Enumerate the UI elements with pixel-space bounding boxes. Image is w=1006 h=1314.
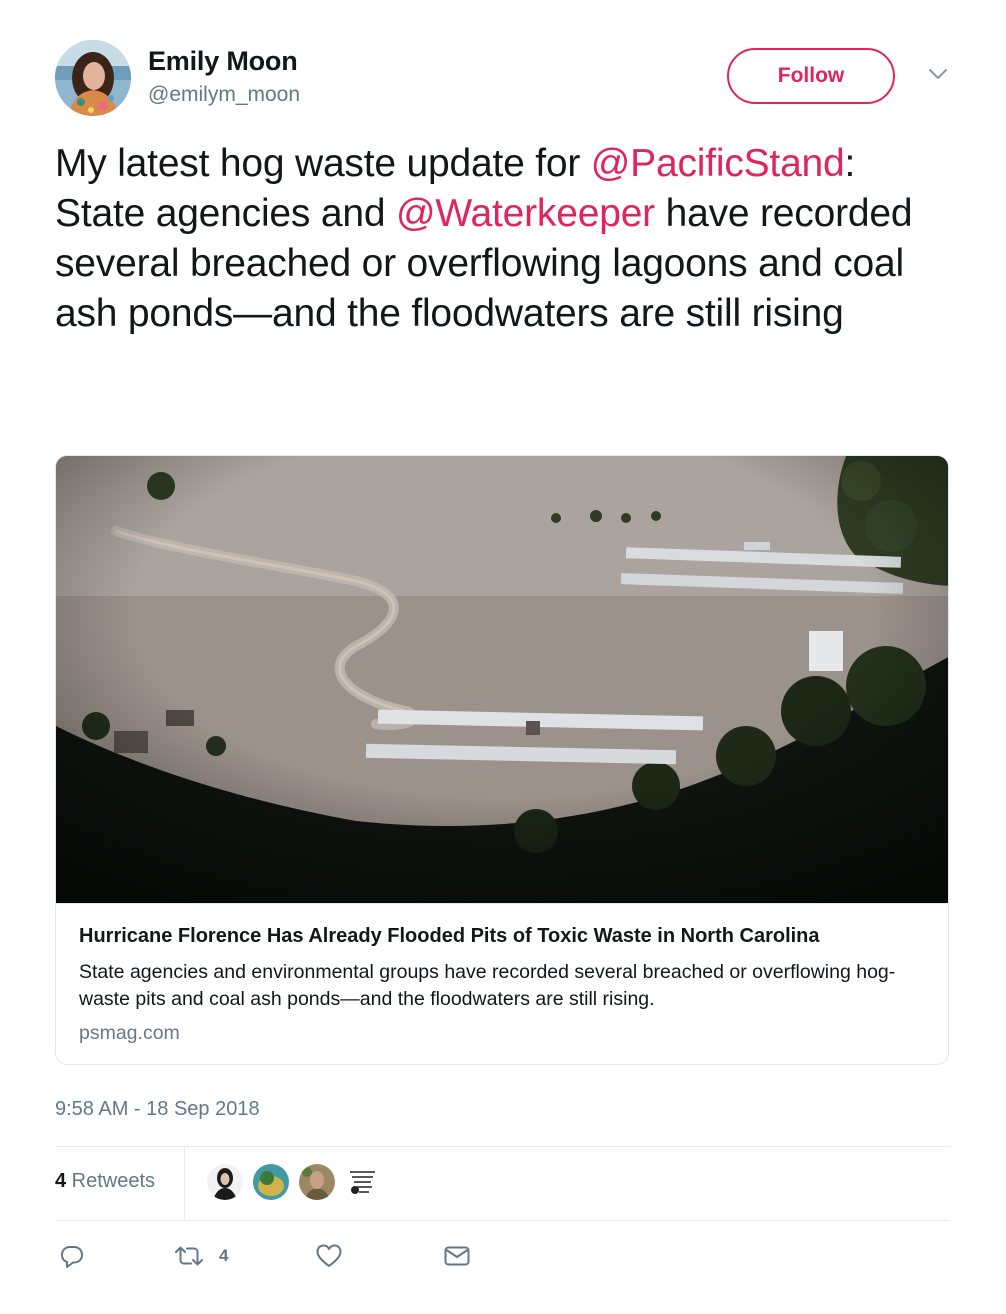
tweet-text: My latest hog waste update for @PacificS… (55, 139, 945, 339)
retweeter-avatar[interactable] (299, 1164, 335, 1200)
mention-link-pacificstand[interactable]: @PacificStand (591, 142, 845, 185)
tweet-stats: 4 Retweets (55, 1147, 950, 1221)
retweet-action-count: 4 (219, 1246, 229, 1265)
tweet-actions: 4 (55, 1236, 950, 1276)
message-button[interactable] (443, 1236, 471, 1276)
retweeter-avatar[interactable] (207, 1164, 243, 1200)
reply-button[interactable] (59, 1236, 85, 1276)
card-title: Hurricane Florence Has Already Flooded P… (79, 925, 820, 947)
tweet-text-part: My latest hog waste update for (55, 142, 591, 185)
mention-link-waterkeeper[interactable]: @Waterkeeper (396, 192, 655, 235)
retweet-stat-count: 4 (55, 1170, 67, 1192)
reply-icon (59, 1243, 85, 1269)
envelope-icon (443, 1244, 471, 1268)
retweet-stat[interactable]: 4 Retweets (55, 1170, 155, 1193)
tweet-header: Emily Moon @emilym_moon Follow (55, 40, 950, 120)
card-image (56, 456, 948, 903)
chevron-down-icon[interactable] (927, 66, 949, 82)
heart-icon (315, 1243, 343, 1269)
author-name[interactable]: Emily Moon (148, 46, 298, 77)
like-button[interactable] (315, 1236, 343, 1276)
stats-separator (184, 1147, 185, 1221)
link-card[interactable]: Hurricane Florence Has Already Flooded P… (55, 455, 949, 1065)
retweet-stat-label: Retweets (66, 1170, 156, 1192)
retweeter-avatar[interactable] (345, 1164, 381, 1200)
tweet-timestamp[interactable]: 9:58 AM - 18 Sep 2018 (55, 1098, 260, 1121)
retweet-icon (173, 1243, 205, 1269)
retweet-button[interactable]: 4 (173, 1236, 228, 1276)
author-avatar[interactable] (55, 40, 131, 116)
divider (55, 1220, 950, 1221)
author-handle[interactable]: @emilym_moon (148, 83, 300, 107)
card-description: State agencies and environmental groups … (79, 961, 896, 1010)
card-domain: psmag.com (79, 1022, 180, 1044)
card-body: Hurricane Florence Has Already Flooded P… (56, 903, 948, 1045)
retweeter-avatar[interactable] (253, 1164, 289, 1200)
follow-button[interactable]: Follow (727, 48, 895, 104)
